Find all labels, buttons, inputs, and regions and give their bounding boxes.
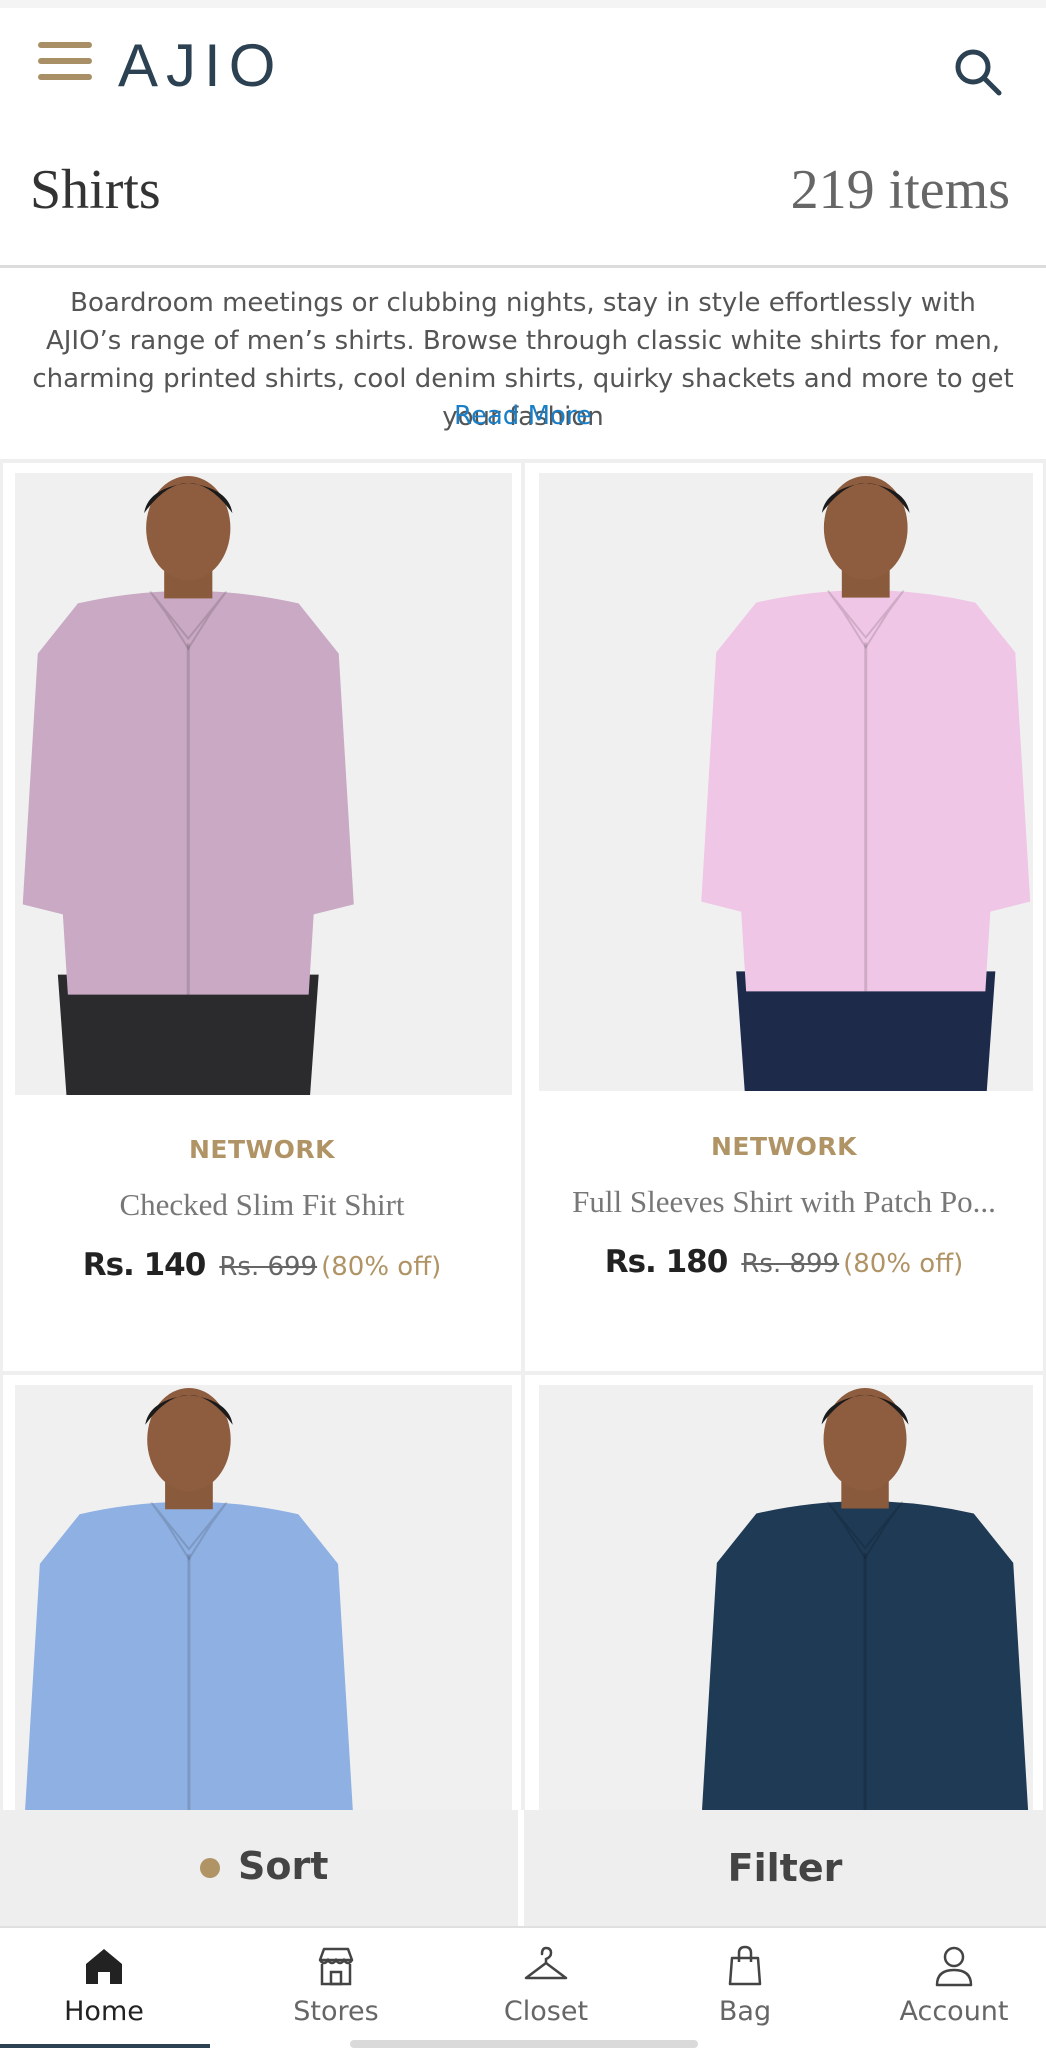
product-mrp: Rs. 899 <box>741 1249 840 1279</box>
sort-label: Sort <box>238 1844 329 1888</box>
product-photo <box>15 473 512 1095</box>
top-header: AJIO <box>0 0 1046 128</box>
search-icon[interactable] <box>952 46 1004 98</box>
read-more-link[interactable]: Read More <box>0 401 1046 431</box>
product-prices: Rs. 140 Rs. 699 (80% off) <box>3 1247 521 1283</box>
product-photo <box>539 1385 1033 1829</box>
active-tab-indicator <box>0 2044 210 2048</box>
product-photo <box>15 1385 512 1829</box>
product-discount: (80% off) <box>321 1252 442 1282</box>
nav-account[interactable]: Account <box>854 1928 1046 2048</box>
nav-stores[interactable]: Stores <box>236 1928 436 2048</box>
nav-home[interactable]: Home <box>4 1928 204 2048</box>
hamburger-menu-icon[interactable] <box>38 38 94 86</box>
product-card[interactable] <box>0 1372 524 1832</box>
product-mrp: Rs. 699 <box>219 1252 318 1282</box>
nav-label: Bag <box>718 1996 772 2027</box>
nav-label: Closet <box>503 1996 589 2027</box>
sort-filter-bar: Sort Filter <box>0 1810 1046 1926</box>
product-card[interactable]: NETWORK Checked Slim Fit Shirt Rs. 140 Rs… <box>0 460 524 1374</box>
product-price: Rs. 140 <box>82 1247 207 1283</box>
sort-active-dot <box>200 1858 220 1878</box>
product-prices: Rs. 180 Rs. 899 (80% off) <box>525 1244 1043 1280</box>
filter-button[interactable]: Filter <box>524 1810 1046 1926</box>
nav-closet[interactable]: Closet <box>446 1928 646 2048</box>
product-discount: (80% off) <box>843 1249 964 1279</box>
nav-bag[interactable]: Bag <box>645 1928 845 2048</box>
product-card[interactable]: NETWORK Full Sleeves Shirt with Patch Po… <box>522 460 1046 1374</box>
product-name: Checked Slim Fit Shirt <box>119 1187 405 1222</box>
item-count: 219 items <box>790 159 1010 221</box>
product-name: Full Sleeves Shirt with Patch Po... <box>572 1184 996 1219</box>
bottom-navigation: Home Stores Closet Bag Account <box>0 1926 1046 2048</box>
hanger-icon <box>524 1946 568 1980</box>
bag-icon <box>728 1945 762 1986</box>
nav-label: Account <box>899 1996 1009 2027</box>
product-image[interactable] <box>15 1385 512 1829</box>
product-photo <box>539 473 1033 1091</box>
store-icon <box>318 1947 354 1986</box>
home-icon <box>86 1949 122 1984</box>
page-title: Shirts <box>30 159 161 221</box>
nav-label: Stores <box>293 1996 379 2027</box>
filter-label: Filter <box>727 1846 843 1890</box>
product-image[interactable] <box>539 1385 1033 1829</box>
product-brand: NETWORK <box>710 1132 857 1161</box>
nav-label: Home <box>64 1996 144 2027</box>
product-image[interactable] <box>15 473 512 1095</box>
account-icon <box>935 1946 973 1987</box>
gesture-bar <box>350 2040 698 2048</box>
ajio-logo[interactable]: AJIO <box>118 30 283 102</box>
sort-button[interactable]: Sort <box>0 1810 518 1926</box>
product-card[interactable] <box>522 1372 1046 1832</box>
product-brand: NETWORK <box>188 1135 335 1164</box>
product-price: Rs. 180 <box>604 1244 729 1280</box>
product-image[interactable] <box>539 473 1033 1091</box>
listing-title-row: Shirts 219 items <box>0 128 1046 268</box>
